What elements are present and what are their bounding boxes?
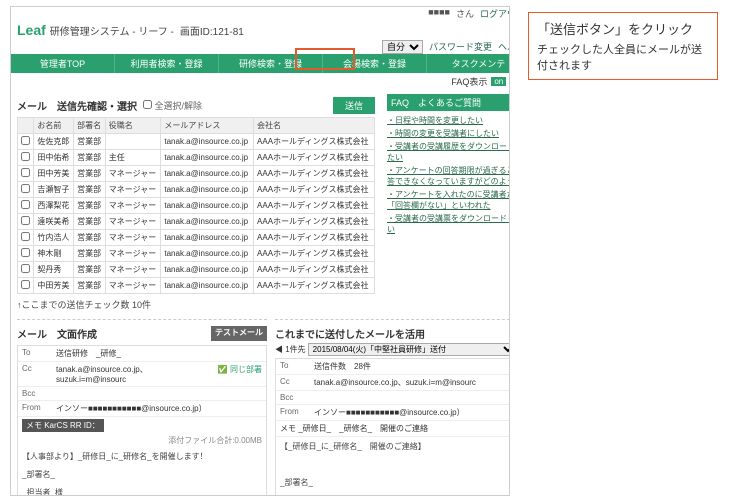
- table-row: 佐佐克郎営業部tanak.a@insource.co.jpAAAホールディングス…: [18, 134, 375, 150]
- help-link[interactable]: ヘルプ: [498, 40, 510, 54]
- row-checkbox[interactable]: [21, 152, 30, 161]
- compose-panel-left: To送信研修 _研修_ Cctanak.a@insource.co.jp、suz…: [17, 345, 267, 496]
- right-memo: メモ _研修日_ _研修名_ 開催のご連絡: [280, 423, 510, 434]
- history-select[interactable]: 2015/08/04(火)「中堅社員研修」送付: [308, 343, 510, 356]
- row-checkbox[interactable]: [21, 264, 30, 273]
- pw-change-link[interactable]: パスワード変更: [429, 40, 492, 54]
- faq-toggle-on[interactable]: on: [491, 77, 506, 86]
- main-nav: 管理者TOP 利用者検索・登録 研修検索・登録 会場検索・登録 タスクメンテ: [11, 54, 510, 73]
- table-header: 役職名: [105, 118, 161, 134]
- logo: Leaf: [17, 22, 46, 38]
- row-checkbox[interactable]: [21, 232, 30, 241]
- nav-task-maint[interactable]: タスクメンテ: [427, 54, 510, 73]
- row-checkbox[interactable]: [21, 216, 30, 225]
- row-checkbox[interactable]: [21, 200, 30, 209]
- nav-admin-top[interactable]: 管理者TOP: [11, 54, 115, 73]
- table-row: 西澤梨花営業部マネージャーtanak.a@insource.co.jpAAAホー…: [18, 198, 375, 214]
- table-row: 田中佑希営業部主任tanak.a@insource.co.jpAAAホールディン…: [18, 150, 375, 166]
- table-header: [18, 118, 34, 134]
- faq-link[interactable]: ・受講者の受講票をダウンロードしたい: [387, 214, 510, 234]
- history-prev[interactable]: ◀ 1件先: [275, 344, 306, 355]
- table-header: 部署名: [74, 118, 106, 134]
- faq-link[interactable]: ・アンケートを入れたのに受講者から「回答欄がない」といわれた: [387, 190, 510, 210]
- right-to: 送信件数 28件: [314, 361, 510, 372]
- compose-title: メール 文面作成: [17, 326, 97, 341]
- table-header: 会社名: [254, 118, 375, 134]
- right-from: インソー■■■■■■■■■■■@insource.co.jp）: [314, 407, 510, 418]
- table-row: 吉瀬智子営業部マネージャーtanak.a@insource.co.jpAAAホー…: [18, 182, 375, 198]
- table-header: お名前: [34, 118, 74, 134]
- faq-link[interactable]: ・日程や時間を変更したい: [387, 116, 483, 125]
- check-count: ↑ここまでの送信チェック数 10件: [17, 294, 375, 315]
- table-row: 神木剛営業部マネージャーtanak.a@insource.co.jpAAAホール…: [18, 246, 375, 262]
- table-row: 中田芳美営業部マネージャーtanak.a@insource.co.jpAAAホー…: [18, 278, 375, 294]
- left-cc[interactable]: tanak.a@insource.co.jp、suzuk.i=m@insourc: [56, 364, 214, 384]
- attach-size: 添付ファイル合計:0.00MB: [18, 434, 266, 447]
- nav-training-search[interactable]: 研修検索・登録: [219, 54, 323, 73]
- row-checkbox[interactable]: [21, 136, 30, 145]
- select-all[interactable]: 全選択/解除: [143, 99, 202, 112]
- nav-venue-search[interactable]: 会場検索・登録: [323, 54, 427, 73]
- recipients-table: お名前部署名役職名メールアドレス会社名 佐佐克郎営業部tanak.a@insou…: [17, 117, 375, 294]
- right-cc: tanak.a@insource.co.jp、suzuk.i=m@insourc: [314, 377, 510, 388]
- table-header: メールアドレス: [161, 118, 254, 134]
- mail-body-left[interactable]: 【人事部より】_研修日_に_研修名_を開催します！_部署名__担当者_様 いつも…: [18, 447, 266, 496]
- user-name: ■■■■: [428, 7, 450, 20]
- left-to: 送信研修 _研修_: [56, 348, 262, 359]
- scope-select[interactable]: 自分: [382, 40, 423, 54]
- faq-header: FAQ よくあるご質問: [387, 94, 510, 111]
- mail-body-right: 【_研修日_に_研修名_ 開催のご連絡】 _部署名__担当者_様 いつも大変お世…: [276, 437, 510, 496]
- screen-id: 画面ID:121-81: [180, 23, 244, 38]
- user-suffix: さん: [456, 7, 474, 20]
- memo-badge[interactable]: メモ KarCS RR ID：: [22, 419, 104, 432]
- annotation-callout: 「送信ボタン」をクリック チェックした人全員にメールが送付されます: [528, 12, 718, 80]
- row-checkbox[interactable]: [21, 280, 30, 289]
- row-checkbox[interactable]: [21, 184, 30, 193]
- logout-link[interactable]: ログアウト: [480, 7, 510, 20]
- table-row: 契丹秀営業部マネージャーtanak.a@insource.co.jpAAAホール…: [18, 262, 375, 278]
- test-mail-button[interactable]: テストメール: [211, 326, 267, 341]
- faq-link[interactable]: ・時間の変更を受講者にしたい: [387, 129, 499, 138]
- system-name: 研修管理システム - リーフ -: [50, 23, 174, 38]
- faq-display-label: FAQ表示: [451, 75, 487, 88]
- faq-link[interactable]: ・アンケートの回答期限が過ぎると回答できなくなっていますがどのように: [387, 166, 510, 186]
- table-row: 竹内浩人営業部マネージャーtanak.a@insource.co.jpAAAホー…: [18, 230, 375, 246]
- faq-link[interactable]: ・受講者の受講履歴をダウンロードしたい: [387, 142, 510, 162]
- callout-desc: チェックした人全員にメールが送付されます: [537, 41, 709, 73]
- row-checkbox[interactable]: [21, 168, 30, 177]
- reuse-title: これまでに送付したメールを活用: [275, 326, 425, 341]
- nav-user-search[interactable]: 利用者検索・登録: [115, 54, 219, 73]
- recipients-title: メール 送信先確認・選択: [17, 98, 137, 113]
- table-row: 遠咲美希営業部マネージャーtanak.a@insource.co.jpAAAホー…: [18, 214, 375, 230]
- table-row: 田中芳美営業部マネージャーtanak.a@insource.co.jpAAAホー…: [18, 166, 375, 182]
- row-checkbox[interactable]: [21, 248, 30, 257]
- send-button[interactable]: 送信: [333, 97, 375, 114]
- callout-title: 「送信ボタン」をクリック: [537, 19, 709, 38]
- compose-panel-right: To送信件数 28件 Cctanak.a@insource.co.jp、suzu…: [275, 358, 510, 496]
- app-window: ■■■■ さん ログアウト Leaf 研修管理システム - リーフ - 画面ID:…: [10, 6, 510, 496]
- faq-list: ・日程や時間を変更したい・時間の変更を受講者にしたい・受講者の受講履歴をダウンロ…: [387, 114, 510, 236]
- same-dept-check[interactable]: ✅ 同じ部署: [218, 364, 262, 384]
- left-from: インソー■■■■■■■■■■■@insource.co.jp）: [56, 403, 262, 414]
